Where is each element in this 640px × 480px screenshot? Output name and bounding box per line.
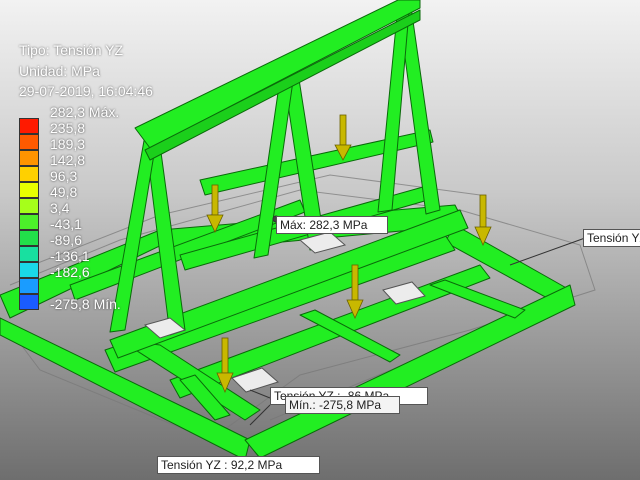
color-swatch xyxy=(19,166,39,182)
timestamp-label: 29-07-2019, 16:04:46 xyxy=(19,83,153,99)
color-swatch xyxy=(19,214,39,230)
probe-text: Mín.: -275,8 MPa xyxy=(289,398,382,412)
color-swatch xyxy=(19,134,39,150)
probe-label-right[interactable]: Tensión YZ xyxy=(583,229,640,247)
color-swatch xyxy=(19,182,39,198)
legend-value: 96,3 xyxy=(50,168,78,184)
legend-value: -182,6 xyxy=(50,264,90,280)
legend-value: 235,8 xyxy=(50,120,86,136)
probe-label-max[interactable]: Máx: 282,3 MPa xyxy=(276,216,388,234)
color-swatch xyxy=(19,118,39,134)
probe-label-min[interactable]: Mín.: -275,8 MPa xyxy=(285,396,400,414)
probe-label-bottom[interactable]: Tensión YZ : 92,2 MPa xyxy=(157,456,320,474)
unit-label: Unidad: MPa xyxy=(19,63,100,79)
color-swatch xyxy=(19,262,39,278)
color-swatch xyxy=(19,246,39,262)
color-swatch xyxy=(19,230,39,246)
legend-value: -43,1 xyxy=(50,216,82,232)
probe-leader xyxy=(509,237,586,266)
base-rail-front xyxy=(244,284,576,459)
legend-value-min: -275,8 Mín. xyxy=(50,296,121,312)
probe-leader xyxy=(249,389,271,399)
color-swatch xyxy=(19,294,39,310)
probe-text: Máx: 282,3 MPa xyxy=(280,218,368,232)
result-type-label: Tipo: Tensión YZ xyxy=(19,42,124,58)
diagonal-brace xyxy=(429,279,526,319)
color-swatch xyxy=(19,198,39,214)
legend-value: -89,6 xyxy=(50,232,82,248)
color-swatch xyxy=(19,278,39,294)
legend-value-max: 282,3 Máx. xyxy=(50,104,120,120)
probe-text: Tensión YZ : 92,2 MPa xyxy=(161,458,283,472)
probe-text: Tensión YZ xyxy=(587,231,640,245)
legend-value: -136,1 xyxy=(50,248,90,264)
color-swatch xyxy=(19,150,39,166)
legend-value: 142,8 xyxy=(50,152,86,168)
3d-viewport[interactable]: Tipo: Tensión YZ Unidad: MPa 29-07-2019,… xyxy=(0,0,640,480)
legend-value: 3,4 xyxy=(50,200,70,216)
legend-value: 49,8 xyxy=(50,184,78,200)
legend-value: 189,3 xyxy=(50,136,86,152)
